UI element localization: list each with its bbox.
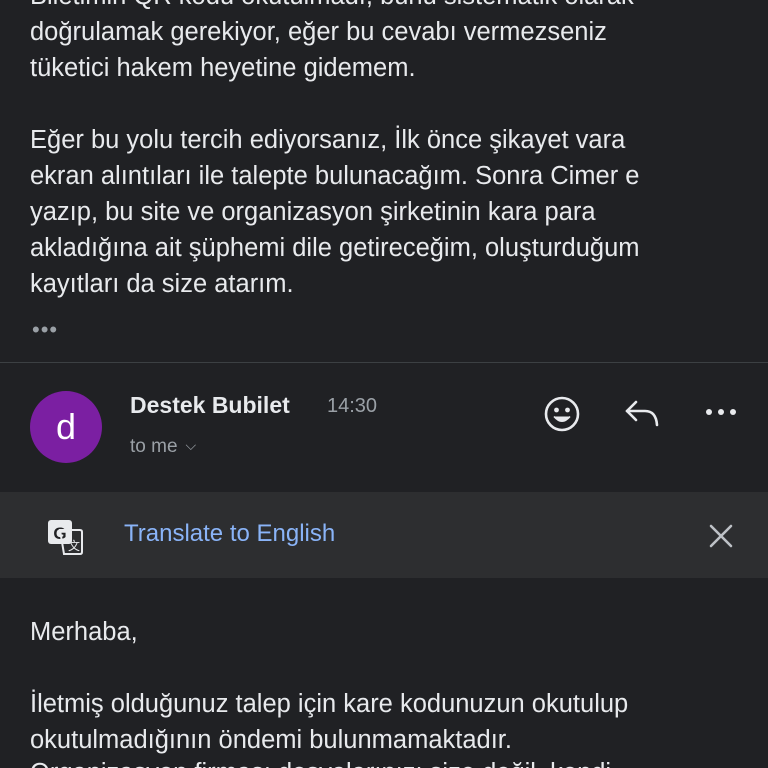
message-partial-line: Organizasyon firması dosyalarınızı size …	[30, 755, 750, 768]
previous-message-line: tüketici hakem heyetine gidemem.	[30, 54, 416, 82]
more-options-icon[interactable]	[703, 402, 739, 422]
previous-message-line: yazıp, bu site ve organizasyon şirketini…	[30, 198, 596, 226]
svg-text:文: 文	[68, 538, 80, 553]
sender-name: Destek Bubilet	[130, 392, 290, 418]
message-time: 14:30	[327, 395, 378, 417]
message-greeting: Merhaba,	[30, 618, 138, 646]
close-icon[interactable]	[706, 521, 736, 551]
reply-icon[interactable]	[623, 397, 661, 431]
message-line: okutulmadığının öndemi bulunmamaktadır.	[30, 726, 512, 754]
avatar-letter: d	[55, 406, 77, 447]
message-line: İletmiş olduğunuz talep için kare kodunu…	[30, 690, 629, 718]
chevron-down-icon: ⌵	[185, 437, 197, 453]
translate-to-english-link[interactable]: Translate to English	[124, 520, 335, 548]
previous-message-body: Biletimin QR kodu okutulmadı, bunu siste…	[30, 0, 750, 302]
recipient-details-toggle[interactable]: to me ⌵	[130, 436, 196, 458]
recipient-label: to me	[130, 436, 178, 457]
message-divider	[0, 362, 768, 363]
message-body: Merhaba, İletmiş olduğunuz talep için ka…	[30, 614, 750, 758]
previous-message-line: Eğer bu yolu tercih ediyorsanız, İlk önc…	[30, 126, 626, 154]
translate-bar	[0, 492, 768, 578]
previous-message-line: doğrulamak gerekiyor, eğer bu cevabı ver…	[30, 18, 607, 46]
previous-message-line: ekran alıntıları ile talepte bulunacağım…	[30, 162, 640, 190]
show-trimmed-content-button[interactable]: •••	[32, 317, 58, 343]
sender-avatar[interactable]: d	[30, 391, 102, 463]
google-translate-icon: G 文	[46, 518, 84, 556]
smiley-icon[interactable]	[543, 395, 581, 433]
message-line: Organizasyon firması dosyalarınızı size …	[30, 759, 611, 768]
previous-message-line: kayıtları da size atarım.	[30, 270, 294, 298]
previous-message-line: akladığına ait şüphemi dile getireceğim,…	[30, 234, 640, 262]
previous-message-cut-line: Biletimin QR kodu okutulmadı, bunu siste…	[30, 0, 750, 14]
